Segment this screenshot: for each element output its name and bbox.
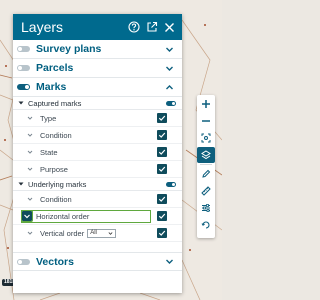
checkbox[interactable] [157,228,167,238]
zoom-out-icon[interactable] [197,113,215,129]
chevron-down-icon[interactable] [27,166,33,172]
chevron-down-icon[interactable] [27,196,33,202]
layer-row-vectors[interactable]: Vectors [13,252,182,271]
parcels-toggle[interactable] [17,65,30,71]
chevron-down-icon[interactable] [165,64,174,73]
underlying-marks-toggle[interactable] [166,181,176,187]
chevron-down-icon [24,214,30,219]
highlighted-item[interactable]: Horizontal order [21,209,151,223]
layer-label: Vectors [36,255,74,268]
list-item-purpose[interactable]: Purpose [13,161,182,178]
panel-header: Layers [13,14,182,40]
group-underlying-marks[interactable]: Underlying marks [13,178,182,191]
group-label: Captured marks [28,98,82,108]
group-label: Underlying marks [28,179,87,189]
pencil-icon[interactable] [197,166,215,182]
captured-marks-toggle[interactable] [166,100,176,106]
chevron-down-icon[interactable] [27,149,33,155]
check-icon [158,132,166,138]
item-label: State [40,147,58,157]
list-item-type[interactable]: Type [13,110,182,127]
list-item-vertical-order[interactable]: Vertical order All [13,225,182,242]
checkbox[interactable] [157,130,167,140]
checkbox[interactable] [157,164,167,174]
checkbox[interactable] [157,194,167,204]
list-item-horizontal-order[interactable]: Horizontal order [13,208,182,225]
chevron-up-icon[interactable] [165,83,174,92]
check-icon [158,149,166,155]
locate-icon[interactable] [197,130,215,146]
chevron-down-icon[interactable] [27,132,33,138]
caret-down-icon[interactable] [18,100,24,106]
item-label: Purpose [40,164,68,174]
layers-icon[interactable] [197,147,215,163]
checkbox[interactable] [157,147,167,157]
check-icon [158,115,166,121]
chevron-down-icon[interactable] [27,230,33,236]
toolbar-divider [200,164,212,165]
layer-label: Marks [36,81,67,93]
layers-panel: Layers Survey plans Parcels Marks Captur… [13,14,182,293]
ruler-icon[interactable] [197,183,215,199]
checkbox[interactable] [157,113,167,123]
select-value: All [90,230,97,236]
survey-plans-toggle[interactable] [17,46,30,52]
check-icon [158,230,166,236]
check-icon [158,213,166,219]
list-item-condition[interactable]: Condition [13,127,182,144]
panel-title: Layers [21,19,64,35]
item-label: Horizontal order [36,211,90,221]
marks-toggle[interactable] [17,84,30,90]
group-captured-marks[interactable]: Captured marks [13,97,182,110]
vertical-order-select[interactable]: All [87,228,117,238]
help-icon[interactable] [197,217,215,233]
layers-list: Survey plans Parcels Marks Captured mark… [13,40,182,271]
zoom-in-icon[interactable] [197,96,215,112]
chevron-down-icon[interactable] [165,45,174,54]
help-circle-icon[interactable] [127,21,140,34]
sliders-icon[interactable] [197,200,215,216]
layer-label: Parcels [36,62,74,74]
item-label: Condition [40,130,72,140]
layer-row-parcels[interactable]: Parcels [13,59,182,78]
map-toolbar [197,95,215,238]
pop-out-icon[interactable] [145,21,158,34]
item-label: Condition [40,194,72,204]
item-label: Type [40,113,57,123]
caret-down-icon[interactable] [18,181,24,187]
item-label: Vertical order [40,228,85,238]
list-item-state[interactable]: State [13,144,182,161]
layer-row-marks[interactable]: Marks [13,78,182,97]
checkbox[interactable] [157,211,167,221]
list-item-underlying-condition[interactable]: Condition [13,191,182,208]
check-icon [158,166,166,172]
chevron-down-icon [108,231,113,235]
layer-label: Survey plans [36,43,102,55]
vectors-toggle[interactable] [17,258,30,265]
layer-row-survey-plans[interactable]: Survey plans [13,40,182,59]
chevron-down-icon[interactable] [27,115,33,121]
chevron-down-icon[interactable] [165,257,174,266]
horizontal-order-expand-checkbox[interactable] [21,210,33,222]
close-icon[interactable] [163,21,176,34]
check-icon [158,196,166,202]
